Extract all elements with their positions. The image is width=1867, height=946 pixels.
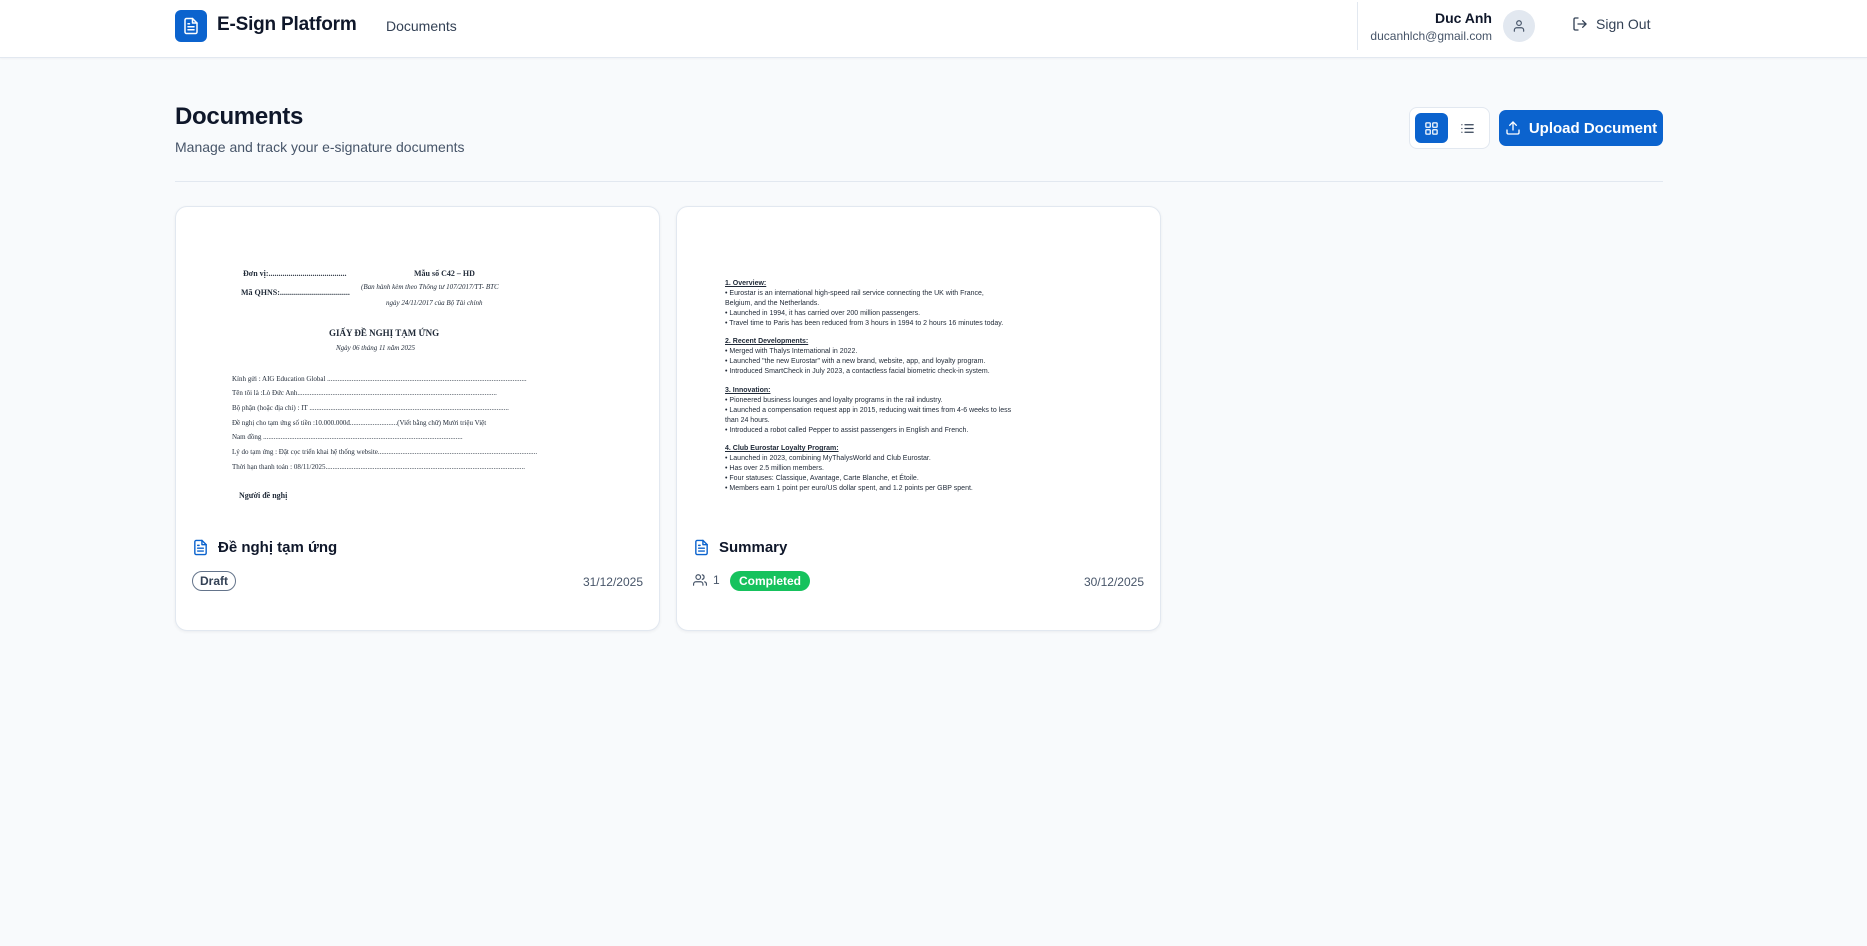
- document-title: Đề nghị tạm ứng: [218, 539, 338, 556]
- document-preview: 1. Overview: • Eurostar is an internatio…: [677, 207, 1160, 525]
- user-name: Duc Anh: [1434, 10, 1492, 26]
- preview-text: ngày 24/11/2017 của Bộ Tài chính: [386, 299, 483, 307]
- preview-line: Thời hạn thanh toán : 08/11/2025........…: [232, 463, 525, 471]
- status-badge: Draft: [192, 571, 237, 591]
- preview-line: 3. Innovation:: [725, 387, 771, 394]
- document-card[interactable]: Đơn vị:.................................…: [175, 206, 660, 631]
- preview-text: Mã QHNS:................................…: [241, 288, 350, 297]
- upload-icon: [1506, 121, 1520, 135]
- brand-name[interactable]: E-Sign Platform: [217, 14, 357, 36]
- preview-line: • Introduced SmartCheck in July 2023, a …: [725, 368, 990, 375]
- preview-line: • Launched in 1994, it has carried over …: [725, 310, 921, 317]
- logout-icon: [1573, 17, 1587, 31]
- preview-text: Đơn vị:.................................…: [243, 269, 347, 278]
- sign-out-label: Sign Out: [1596, 16, 1651, 32]
- document-card[interactable]: 1. Overview: • Eurostar is an internatio…: [676, 206, 1161, 631]
- view-toggle: [1409, 107, 1490, 149]
- header-divider: [1357, 2, 1358, 50]
- preview-line: Đề nghị cho tạm ứng số tiền :10.000.000đ…: [232, 419, 487, 427]
- file-text-icon: [695, 539, 708, 556]
- preview-line: • Launched a compensation request app in…: [725, 407, 1012, 414]
- upload-document-button[interactable]: Upload Document: [1499, 110, 1663, 146]
- document-preview: Đơn vị:.................................…: [176, 207, 659, 525]
- preview-line: • Eurostar is an international high-spee…: [725, 290, 984, 297]
- preview-text: (Ban hành kèm theo Thông tư 107/2017/TT-…: [361, 283, 499, 291]
- preview-line: • Members earn 1 point per euro/US dolla…: [725, 485, 973, 492]
- upload-document-label: Upload Document: [1528, 119, 1658, 137]
- grid-icon: [1425, 121, 1438, 135]
- preview-text: Ngày 06 tháng 11 năm 2025: [336, 344, 416, 352]
- grid-view-button[interactable]: [1415, 113, 1448, 143]
- page-subtitle: Manage and track your e-signature docume…: [175, 139, 465, 155]
- preview-line: • Launched "the new Eurostar" with a new…: [725, 358, 986, 365]
- top-header: E-Sign Platform Documents Duc Anh ducanh…: [0, 0, 1867, 58]
- preview-line: 4. Club Eurostar Loyalty Program:: [725, 445, 839, 452]
- logo-document-icon[interactable]: [175, 10, 207, 42]
- nav-documents-link[interactable]: Documents: [386, 18, 457, 34]
- users-icon: [693, 574, 707, 586]
- status-badge: Completed: [730, 571, 811, 591]
- preview-line: Kính gửi : AIG Education Global ........…: [232, 375, 527, 383]
- card-title-row: Summary: [693, 539, 787, 556]
- preview-line: • Travel time to Paris has been reduced …: [725, 320, 1004, 327]
- preview-line: • Introduced a robot called Pepper to as…: [725, 427, 969, 434]
- preview-line: Nam đồng ...............................…: [232, 433, 463, 441]
- list-icon: [1461, 123, 1474, 133]
- preview-line: Tên tôi là :Lò Đức Anh..................…: [232, 389, 497, 397]
- card-title-row: Đề nghị tạm ứng: [192, 539, 337, 556]
- preview-line: Belgium, and the Netherlands.: [725, 300, 820, 307]
- user-icon: [1513, 20, 1525, 32]
- preview-text: Người đề nghị: [239, 491, 288, 500]
- user-email: ducanhlch@gmail.com: [1370, 29, 1492, 43]
- document-date: 31/12/2025: [582, 575, 643, 589]
- page-title: Documents: [175, 103, 303, 130]
- preview-line: • Has over 2.5 million members.: [725, 465, 824, 472]
- signer-count-value: 1: [713, 573, 720, 587]
- preview-line: than 24 hours.: [725, 417, 770, 424]
- document-title: Summary: [719, 539, 788, 556]
- document-date: 30/12/2025: [1083, 575, 1144, 589]
- preview-line: Lý do tạm ứng : Đặt cọc triển khai hệ th…: [232, 448, 537, 456]
- preview-line: 2. Recent Developments:: [725, 338, 809, 345]
- preview-line: Bộ phận (hoặc địa chỉ) : IT ............…: [232, 404, 509, 412]
- preview-line: • Four statuses: Classique, Avantage, Ca…: [725, 475, 919, 482]
- preview-line: • Pioneered business lounges and loyalty…: [725, 397, 943, 404]
- file-text-icon: [194, 539, 207, 556]
- preview-line: • Merged with Thalys International in 20…: [725, 348, 858, 355]
- user-avatar[interactable]: [1503, 10, 1535, 42]
- preview-line: 1. Overview:: [725, 280, 767, 287]
- signer-count: 1: [693, 573, 720, 587]
- sign-out-button[interactable]: Sign Out: [1572, 16, 1650, 32]
- preview-text: GIẤY ĐỀ NGHỊ TẠM ỨNG: [329, 328, 440, 338]
- preview-text: Mẫu số C42 – HD: [414, 269, 475, 278]
- preview-line: • Launched in 2023, combining MyThalysWo…: [725, 455, 931, 462]
- heading-separator: [175, 181, 1663, 182]
- list-view-button[interactable]: [1451, 113, 1484, 143]
